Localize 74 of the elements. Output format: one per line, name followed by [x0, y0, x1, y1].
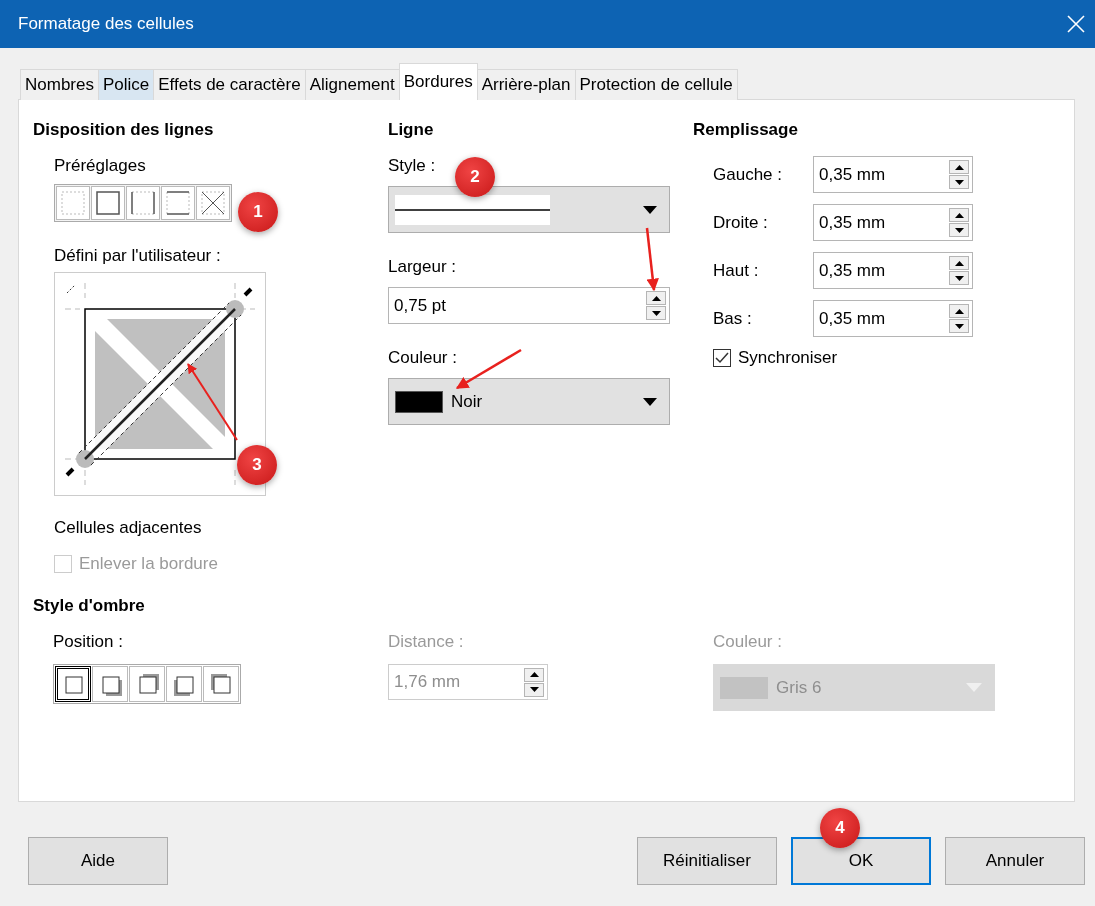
- spin-up-button[interactable]: [646, 291, 666, 305]
- up-triangle-icon: [651, 295, 661, 301]
- adjacent-cells-label: Cellules adjacentes: [54, 518, 202, 538]
- up-triangle-icon: [954, 212, 964, 218]
- section-heading: Ligne: [388, 120, 434, 140]
- line-sample-icon: [395, 194, 550, 225]
- tab[interactable]: Alignement: [304, 69, 400, 100]
- width-label: Largeur :: [388, 257, 457, 277]
- down-triangle-icon: [954, 275, 964, 281]
- dialog-button[interactable]: OK: [791, 837, 931, 885]
- section-heading: Remplissage: [693, 120, 798, 140]
- position-label: Position :: [53, 632, 123, 652]
- width-field[interactable]: 0,75 pt: [388, 287, 670, 324]
- tab[interactable]: Effets de caractère: [153, 69, 306, 100]
- padding-field[interactable]: 0,35 mm: [813, 156, 973, 193]
- spin-down-button[interactable]: [646, 306, 666, 320]
- user-defined-label: Défini par l'utilisateur :: [54, 246, 221, 266]
- down-triangle-icon: [954, 323, 964, 329]
- caret-icon: [643, 397, 657, 406]
- distance-label: Distance :: [388, 632, 464, 652]
- checkbox[interactable]: [713, 349, 731, 367]
- down-triangle-icon: [954, 179, 964, 185]
- spin-down-button[interactable]: [949, 223, 969, 237]
- spin-up-button[interactable]: [949, 160, 969, 174]
- padding-field[interactable]: 0,35 mm: [813, 300, 973, 337]
- preset-button[interactable]: [161, 186, 195, 220]
- section-heading: Disposition des lignes: [33, 120, 214, 140]
- preset-button[interactable]: [126, 186, 160, 220]
- close-icon[interactable]: [1067, 15, 1085, 33]
- shadow-color-label: Couleur :: [713, 632, 782, 652]
- window-title: Formatage des cellules: [18, 14, 194, 34]
- tab[interactable]: Nombres: [20, 69, 99, 100]
- up-triangle-icon: [954, 308, 964, 314]
- spin-down-button[interactable]: [949, 175, 969, 189]
- padding-field[interactable]: 0,35 mm: [813, 204, 973, 241]
- caret-icon: [643, 205, 657, 214]
- padding-label: Haut :: [713, 260, 760, 281]
- spin-down-button[interactable]: [949, 319, 969, 333]
- dialog-button[interactable]: Réinitialiser: [637, 837, 777, 885]
- down-triangle-icon: [529, 687, 539, 692]
- padding-label: Droite :: [713, 212, 769, 233]
- section-heading: Style d'ombre: [33, 596, 145, 616]
- spin-up-button[interactable]: [949, 256, 969, 270]
- preset-button[interactable]: [196, 186, 230, 220]
- up-triangle-icon: [954, 260, 964, 266]
- tab[interactable]: Bordures: [398, 63, 478, 100]
- down-triangle-icon: [954, 227, 964, 233]
- shadow-position-button[interactable]: [55, 666, 91, 702]
- tab[interactable]: Arrière-plan: [476, 69, 576, 100]
- padding-field[interactable]: 0,35 mm: [813, 252, 973, 289]
- color-label: Couleur :: [388, 348, 457, 368]
- annotation-badge: 4: [820, 808, 860, 848]
- spin-up-button[interactable]: [949, 304, 969, 318]
- padding-label: Bas :: [713, 308, 753, 329]
- tab[interactable]: Police: [97, 69, 155, 100]
- dialog-button[interactable]: Annuler: [945, 837, 1085, 885]
- border-preview-drawing[interactable]: [54, 272, 266, 496]
- down-triangle-icon: [651, 310, 661, 316]
- preset-button[interactable]: [91, 186, 125, 220]
- line-style-dropdown[interactable]: [388, 186, 670, 233]
- checkbox-label: Synchroniser: [738, 348, 838, 368]
- up-triangle-icon: [954, 164, 964, 170]
- dialog-button[interactable]: Aide: [28, 837, 168, 885]
- spin-down-button[interactable]: [949, 271, 969, 285]
- annotation-arrow: [645, 227, 659, 292]
- presets-label: Préréglages: [54, 156, 146, 176]
- annotation-arrow: [455, 348, 522, 390]
- padding-label: Gauche :: [713, 164, 783, 185]
- style-label: Style :: [388, 156, 436, 176]
- checkbox-label: Enlever la bordure: [79, 554, 218, 574]
- tab[interactable]: Protection de cellule: [574, 69, 738, 100]
- up-triangle-icon: [529, 672, 539, 677]
- spin-up-button[interactable]: [949, 208, 969, 222]
- color-dropdown[interactable]: Noir: [388, 378, 670, 425]
